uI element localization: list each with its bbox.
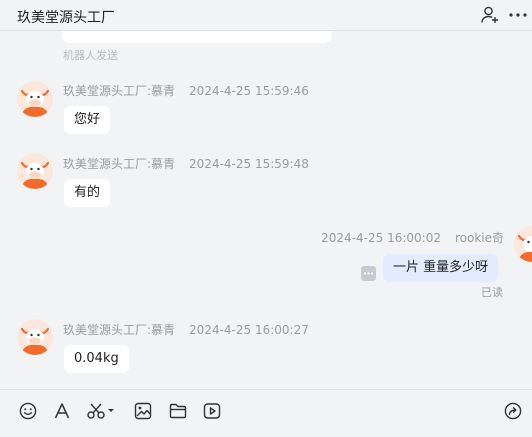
font-icon[interactable] — [52, 401, 72, 421]
message-time: 2024-4-25 15:59:46 — [189, 84, 309, 98]
message-bubble[interactable]: 有的 — [64, 179, 111, 207]
message-time: 2024-4-25 15:59:48 — [189, 157, 309, 171]
avatar[interactable] — [514, 226, 532, 262]
message-more-button[interactable] — [361, 266, 376, 281]
avatar[interactable] — [17, 319, 53, 355]
bull-avatar-icon — [17, 153, 53, 189]
scissors-icon[interactable] — [86, 401, 116, 421]
bull-avatar-icon — [514, 226, 532, 262]
image-icon[interactable] — [133, 401, 153, 421]
folder-icon[interactable] — [168, 401, 188, 421]
more-icon[interactable] — [508, 5, 528, 25]
message-bubble[interactable]: 一片 重量多少呀 — [383, 254, 499, 282]
video-icon[interactable] — [202, 401, 222, 421]
sender-name: rookie奇 — [454, 231, 504, 245]
avatar[interactable] — [17, 81, 53, 117]
chat-title: 玖美堂源头工厂 — [17, 10, 115, 26]
message-list[interactable]: 机器人发送 玖美堂源头工厂:慕青 2024-4-25 15:59:46 您好 玖美… — [0, 31, 532, 389]
sender-name: 玖美堂源头工厂:慕青 — [63, 157, 176, 171]
sender-name: 玖美堂源头工厂:慕青 — [63, 84, 176, 98]
message-time: 2024-4-25 16:00:27 — [189, 323, 309, 337]
avatar[interactable] — [17, 153, 53, 189]
message-meta: 玖美堂源头工厂:慕青 2024-4-25 15:59:46 — [63, 82, 309, 99]
previous-message-meta: 机器人发送 — [63, 49, 118, 62]
chat-header: 玖美堂源头工厂 — [0, 0, 532, 31]
share-icon[interactable] — [503, 401, 523, 421]
read-status: 已读 — [481, 286, 503, 299]
bull-avatar-icon — [17, 319, 53, 355]
bull-avatar-icon — [17, 81, 53, 117]
previous-message-bubble — [62, 31, 332, 43]
message-time: 2024-4-25 16:00:02 — [321, 231, 441, 245]
more-dots-icon — [363, 272, 374, 275]
add-user-icon[interactable] — [480, 5, 500, 25]
input-toolbar — [0, 389, 532, 437]
message-meta: 玖美堂源头工厂:慕青 2024-4-25 16:00:27 — [63, 321, 309, 338]
message-bubble[interactable]: 0.04kg — [64, 345, 129, 373]
emoji-icon[interactable] — [18, 401, 38, 421]
message-meta: 玖美堂源头工厂:慕青 2024-4-25 15:59:48 — [63, 155, 309, 172]
message-meta: 2024-4-25 16:00:02 rookie奇 — [321, 229, 504, 246]
message-bubble[interactable]: 您好 — [64, 106, 111, 134]
sender-name: 玖美堂源头工厂:慕青 — [63, 323, 176, 337]
